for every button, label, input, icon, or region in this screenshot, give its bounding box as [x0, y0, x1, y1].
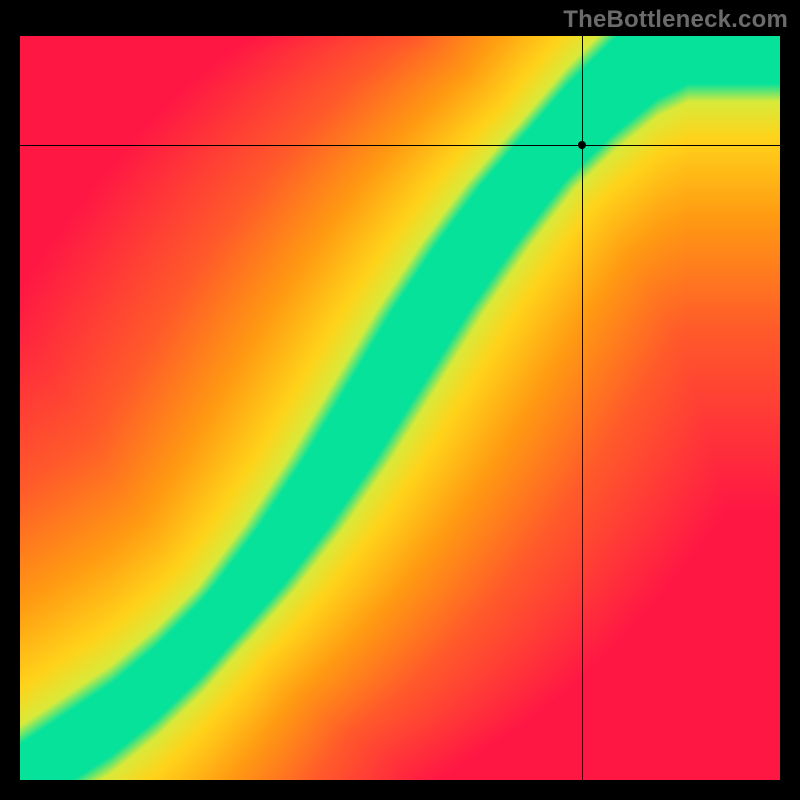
crosshair-point: [578, 141, 586, 149]
crosshair-horizontal: [20, 145, 780, 146]
watermark-text: TheBottleneck.com: [563, 6, 788, 34]
heatmap-canvas: [20, 36, 780, 780]
heatmap-plot: [20, 36, 780, 780]
chart-frame: TheBottleneck.com: [0, 0, 800, 800]
